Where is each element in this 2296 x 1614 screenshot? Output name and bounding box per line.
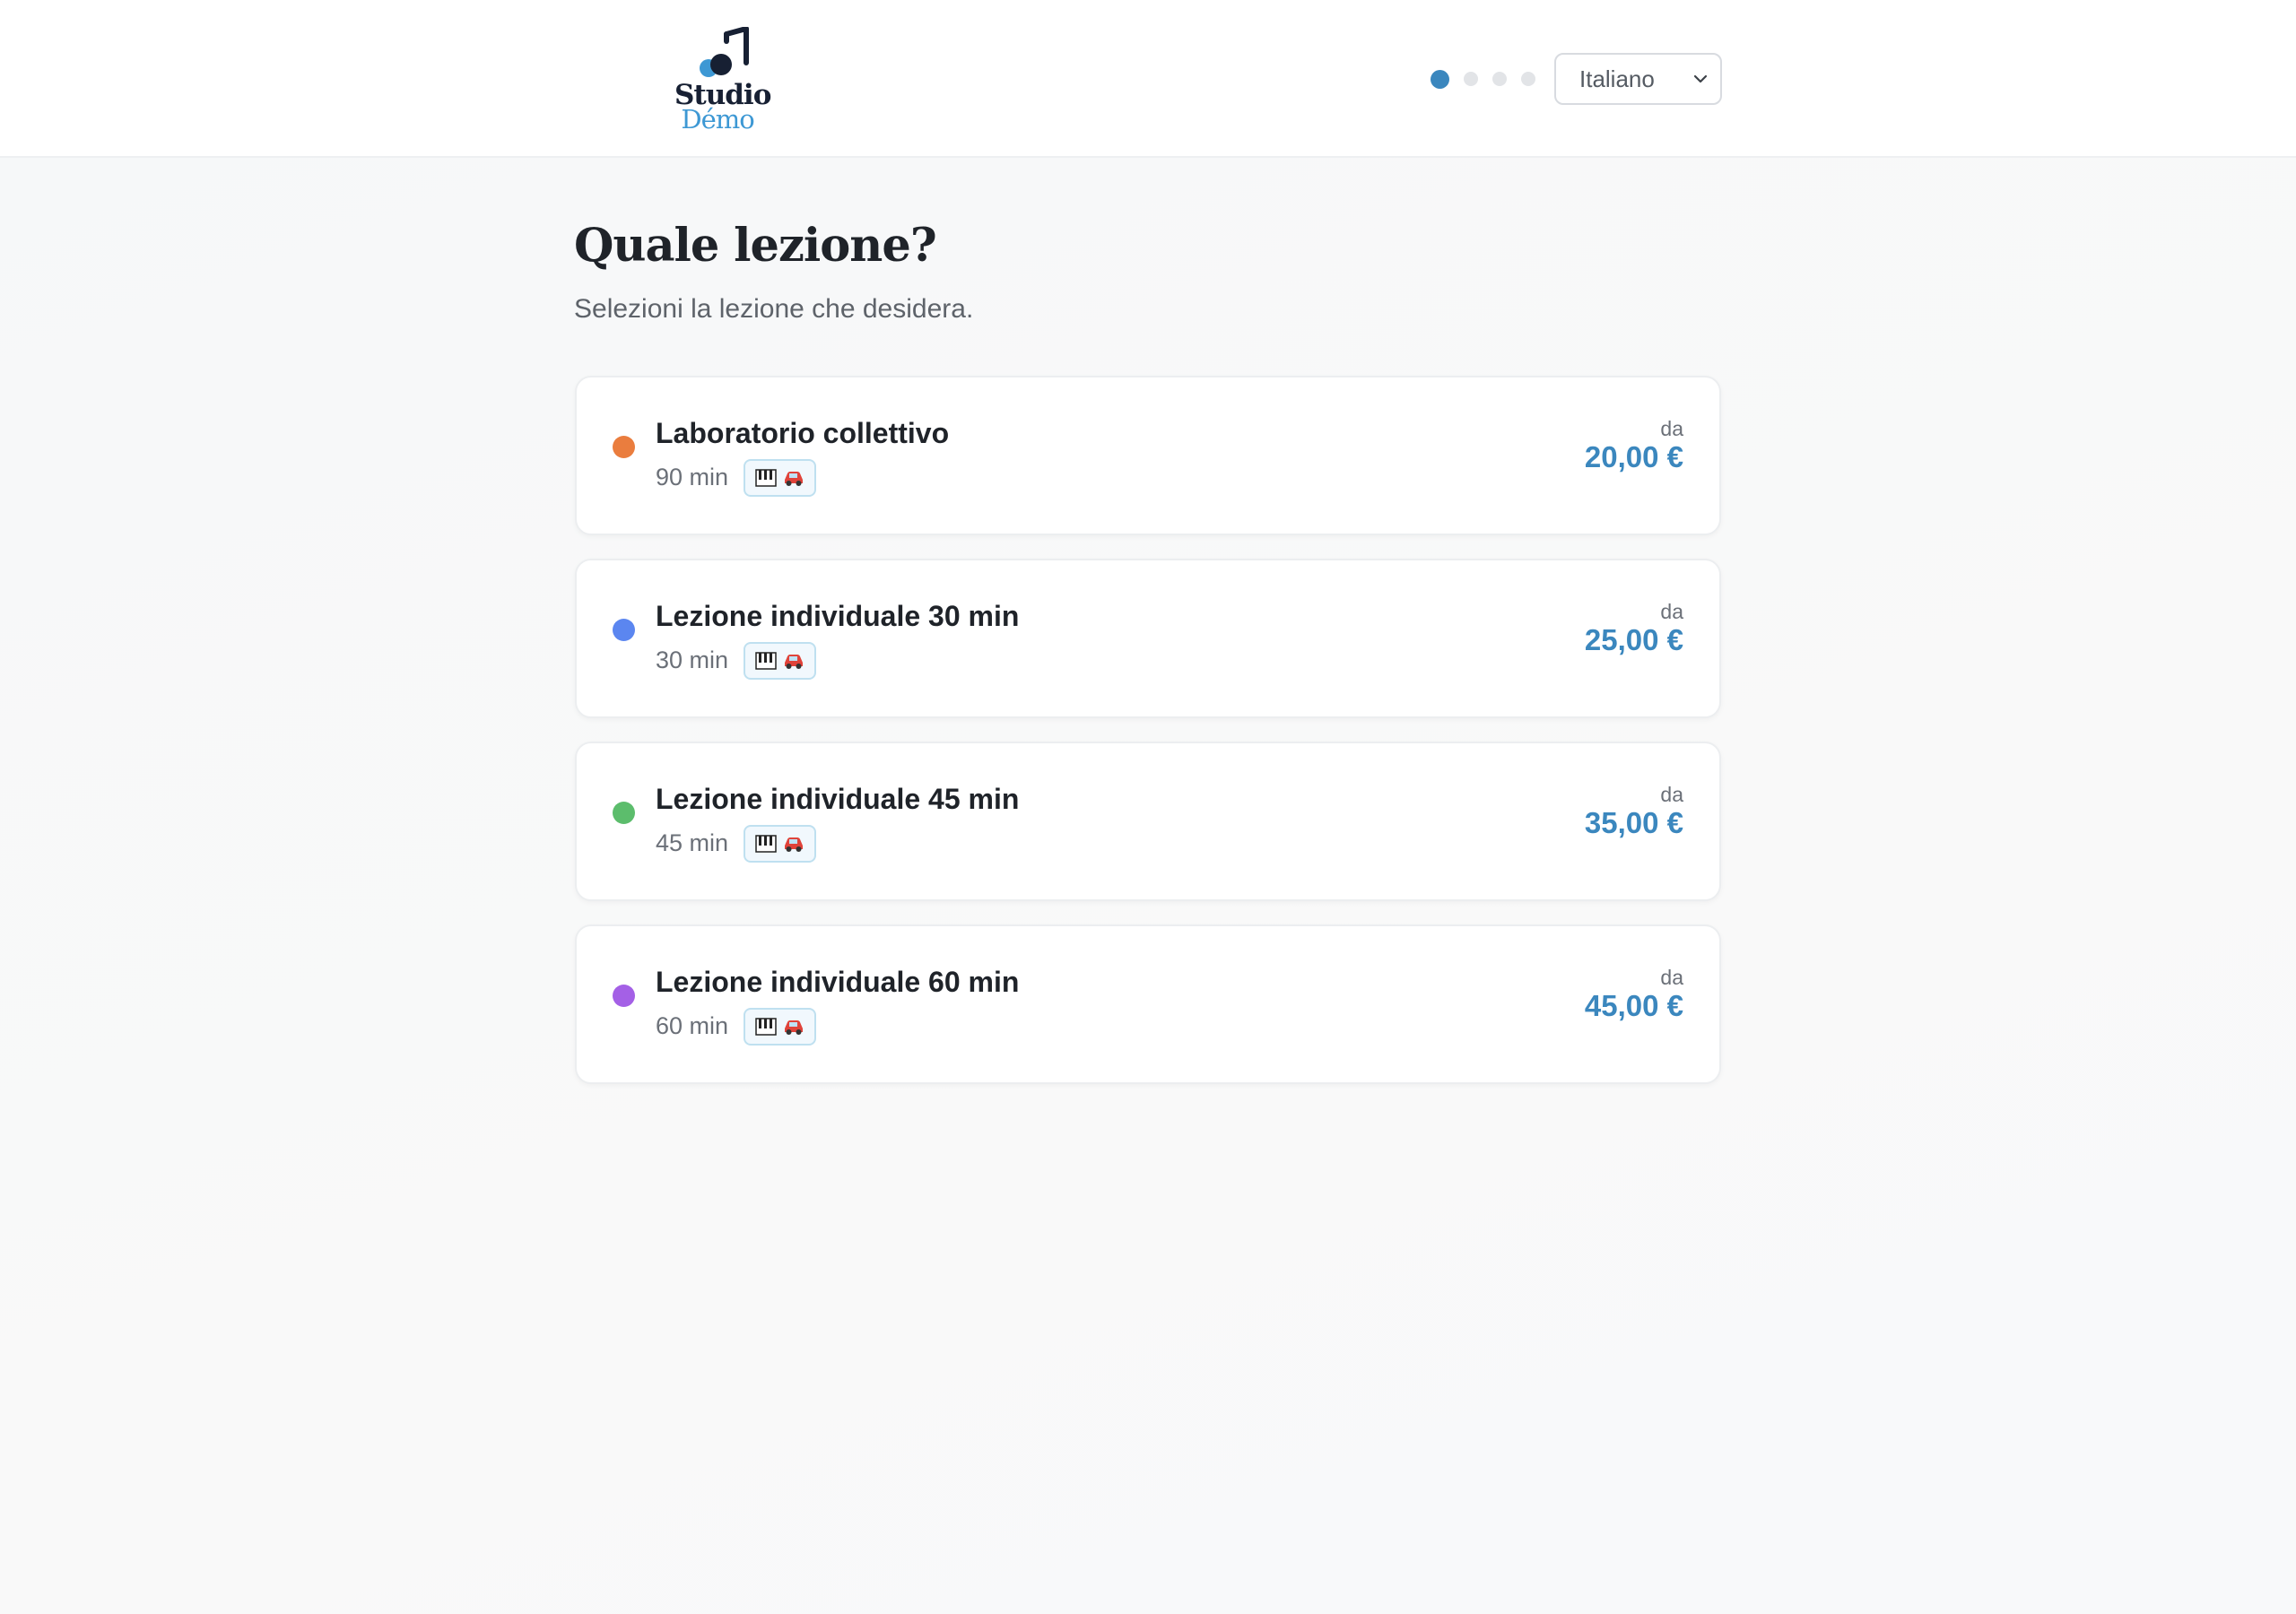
car-icon: [784, 472, 803, 486]
step-dot-2: [1464, 72, 1478, 86]
brand-name-accent: Démo: [681, 104, 754, 134]
lesson-color-dot: [613, 436, 635, 458]
top-bar: Studio Démo Italiano: [0, 0, 2296, 158]
step-indicator: [1431, 69, 1550, 89]
page-subtitle: Selezioni la lezione che desidera.: [574, 294, 974, 324]
piano-icon: [754, 652, 777, 670]
lesson-badge: [744, 459, 816, 497]
page-title: Quale lezione?: [574, 219, 937, 273]
lesson-price: 25,00 €: [1584, 623, 1683, 656]
price-prefix: da: [1660, 966, 1683, 989]
lesson-badge: [744, 1008, 816, 1046]
lesson-card[interactable]: Lezione individuale 45 min 45 min da 35,…: [575, 742, 1721, 901]
lesson-badge: [744, 825, 816, 863]
car-icon: [784, 655, 803, 669]
lesson-card[interactable]: Laboratorio collettivo 90 min da 20,00 €: [575, 376, 1721, 535]
step-dot-4: [1521, 72, 1535, 86]
lesson-card[interactable]: Lezione individuale 30 min 30 min da 25,…: [575, 559, 1721, 718]
studio-logo[interactable]: Studio Démo: [674, 27, 771, 136]
price-prefix: da: [1660, 783, 1683, 806]
car-icon: [784, 837, 803, 852]
step-dot-3: [1492, 72, 1507, 86]
lesson-duration: 90 min: [656, 464, 729, 490]
lesson-duration: 60 min: [656, 1012, 729, 1039]
language-selected-value: Italiano: [1579, 65, 1655, 92]
price-prefix: da: [1660, 600, 1683, 623]
chevron-down-icon: [1693, 74, 1708, 83]
piano-icon: [754, 1018, 777, 1036]
lesson-card[interactable]: Lezione individuale 60 min 60 min da 45,…: [575, 924, 1721, 1084]
language-select[interactable]: Italiano: [1554, 53, 1722, 105]
lesson-price: 45,00 €: [1584, 989, 1683, 1022]
lesson-color-dot: [613, 985, 635, 1007]
lesson-badge: [744, 642, 816, 680]
lesson-price: 35,00 €: [1584, 806, 1683, 839]
lesson-color-dot: [613, 619, 635, 641]
price-prefix: da: [1660, 417, 1683, 440]
lesson-price: 20,00 €: [1584, 440, 1683, 473]
lesson-duration: 45 min: [656, 829, 729, 856]
piano-icon: [754, 469, 777, 487]
lesson-title: Laboratorio collettivo: [656, 417, 950, 449]
lesson-title: Lezione individuale 60 min: [656, 966, 1020, 998]
lesson-title: Lezione individuale 45 min: [656, 783, 1020, 815]
lesson-title: Lezione individuale 30 min: [656, 600, 1020, 632]
music-note-icon: [700, 27, 749, 77]
step-dot-1: [1431, 69, 1449, 89]
car-icon: [784, 1020, 803, 1035]
piano-icon: [754, 835, 777, 853]
lesson-color-dot: [613, 802, 635, 824]
lesson-duration: 30 min: [656, 646, 729, 673]
